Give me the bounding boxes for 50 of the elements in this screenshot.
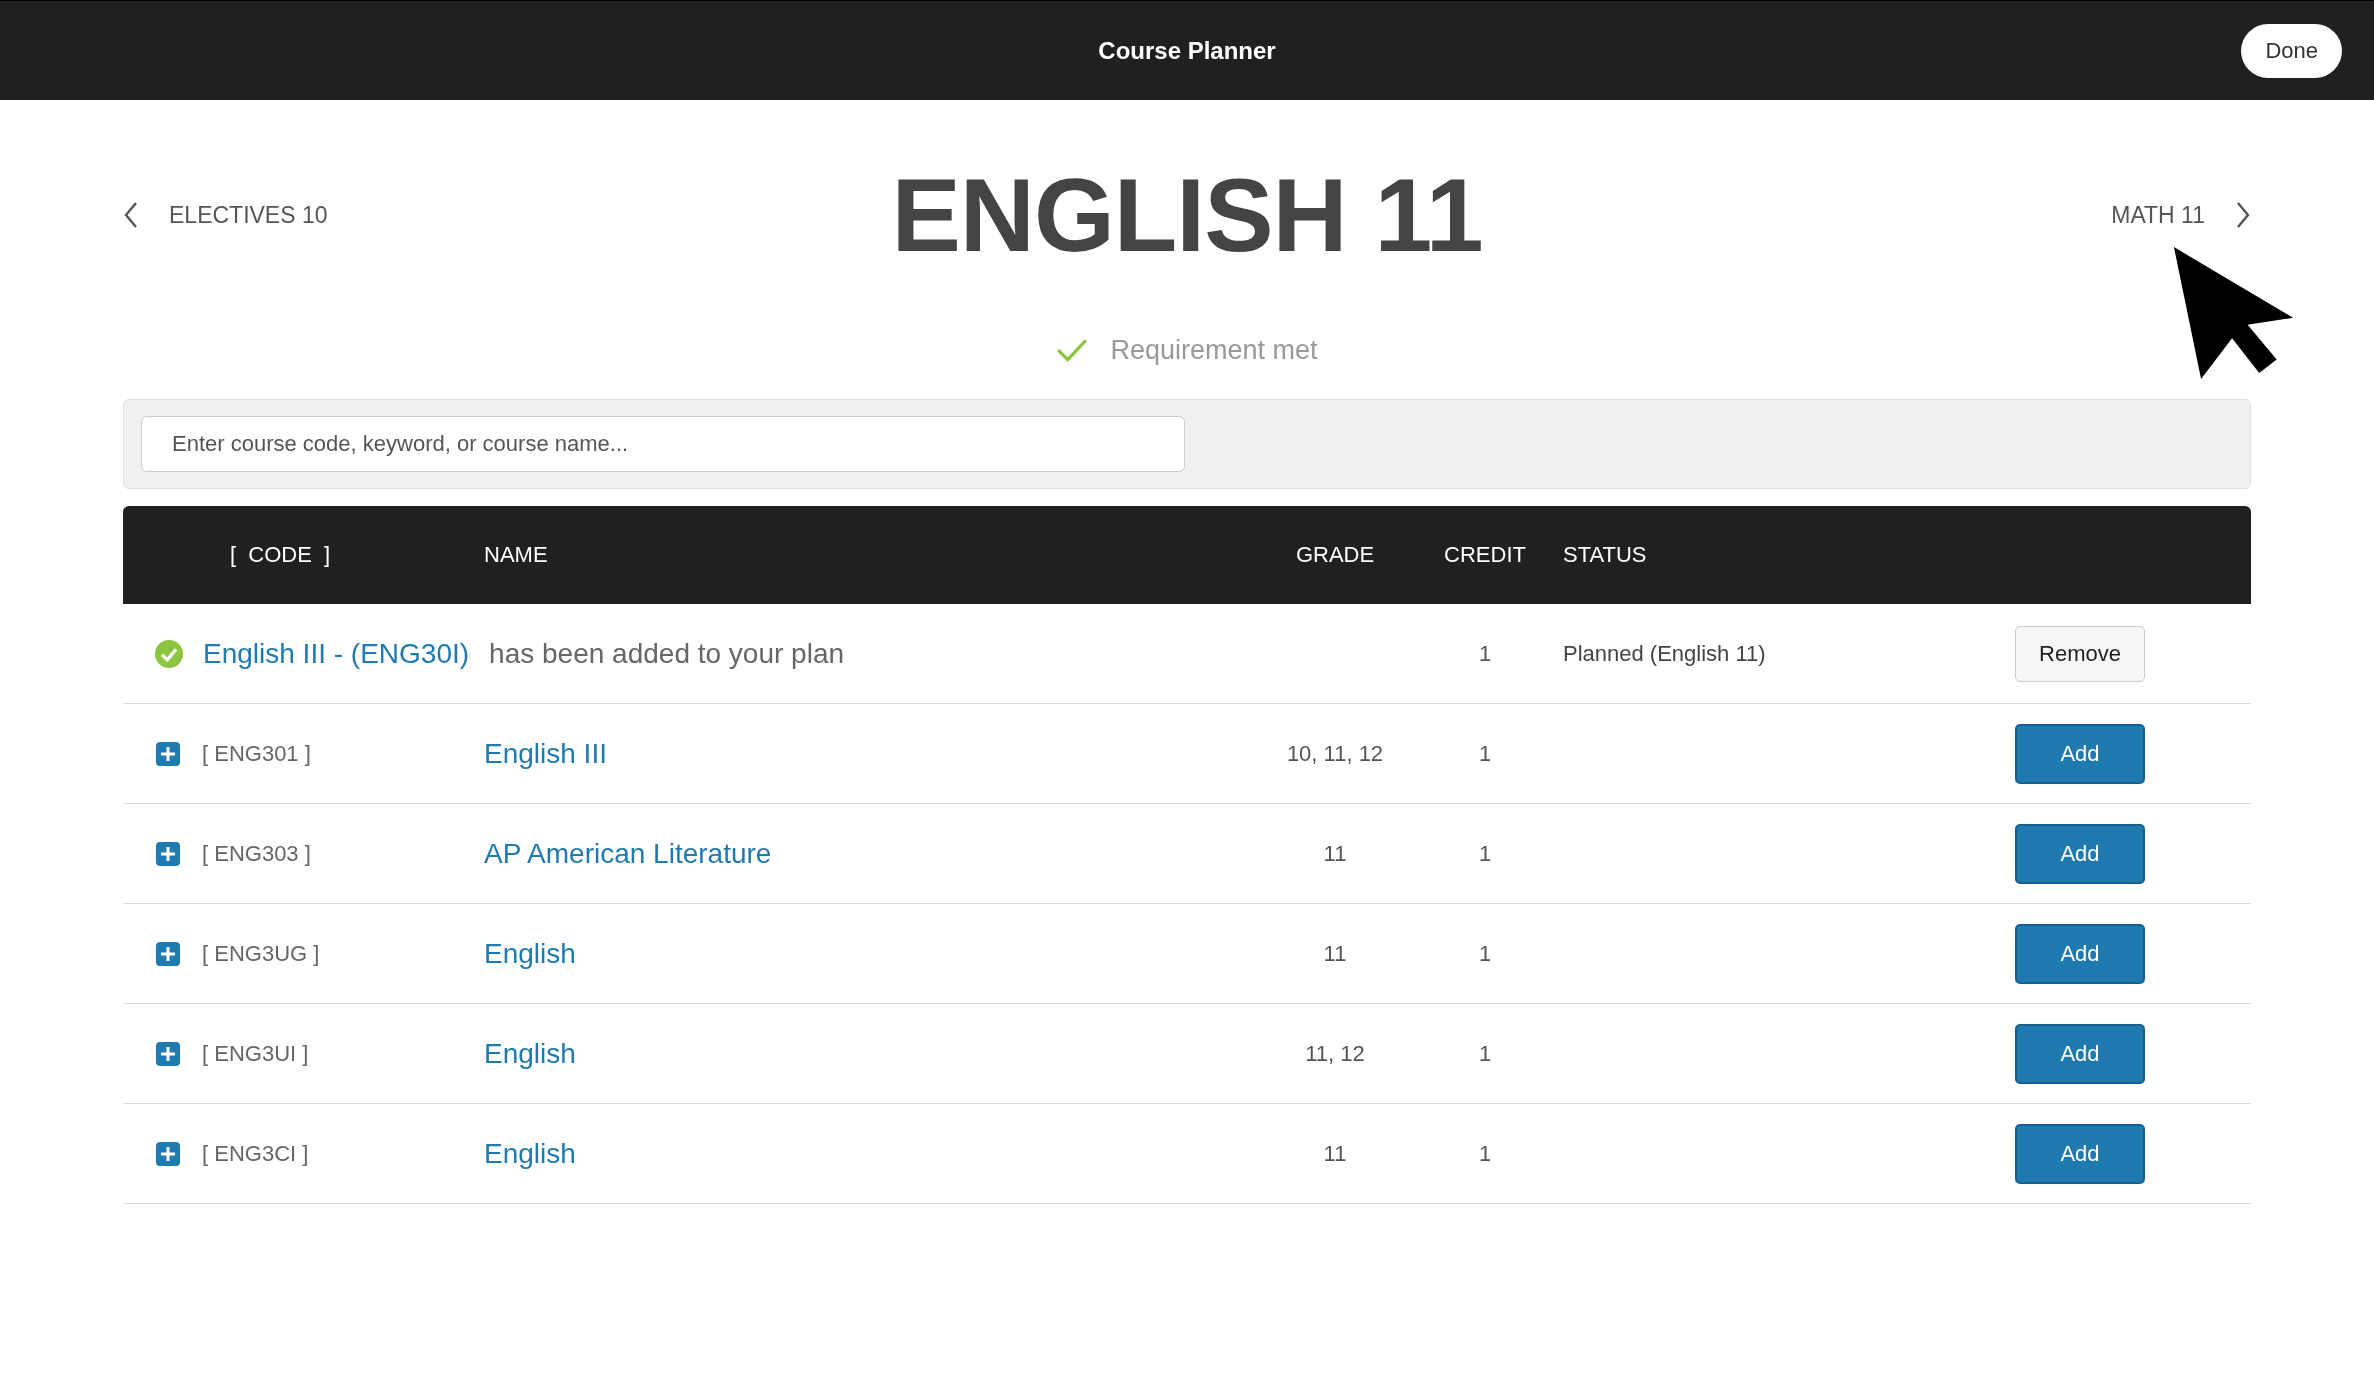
added-message: has been added to your plan (489, 637, 845, 670)
previous-link[interactable]: ELECTIVES 10 (123, 201, 328, 229)
course-name-link[interactable]: English (484, 1037, 576, 1070)
requirement-status: Requirement met (1110, 334, 1318, 366)
grade-cell-text: 10, 11, 12 (1285, 740, 1385, 767)
plus-icon[interactable] (156, 1041, 180, 1066)
credit-cell-text: 1 (1477, 640, 1493, 667)
course-link[interactable]: English III - (ENG30I) (203, 637, 470, 670)
next-link[interactable]: MATH 11 (2111, 201, 2251, 229)
plus-icon[interactable] (156, 741, 180, 766)
column-header: NAME (484, 542, 549, 568)
status-cell-text: Planned (English 11) (1563, 640, 1767, 667)
done-button[interactable]: Done (2241, 23, 2342, 78)
course-name-link[interactable]: English (484, 1137, 576, 1170)
page-title: ENGLISH 11 (891, 155, 1483, 275)
course-name-link[interactable]: English (484, 937, 576, 970)
credit-cell-text: 1 (1477, 940, 1493, 967)
grade-cell-text: 11 (1322, 940, 1348, 967)
add-button[interactable]: Add (2015, 1123, 2145, 1184)
course-code: [ ENG303 ] (202, 840, 311, 867)
course-code: [ ENG3UI ] (202, 1040, 309, 1067)
credit-cell-text: 1 (1477, 840, 1493, 867)
add-button[interactable]: Add (2015, 923, 2145, 984)
course-name-link[interactable]: AP American Literature (484, 837, 772, 870)
add-button[interactable]: Add (2015, 723, 2145, 784)
credit-cell-text: 1 (1477, 740, 1493, 767)
grade-cell-text: 11, 12 (1304, 1040, 1366, 1067)
grade-cell-text: 11 (1322, 840, 1348, 867)
column-header: STATUS (1563, 542, 1648, 568)
check-circle-icon (155, 639, 183, 668)
plus-icon[interactable] (156, 1141, 180, 1166)
chevron-left-icon (123, 201, 139, 229)
grade-cell-text: 11 (1322, 1140, 1348, 1167)
course-name-link[interactable]: English III (484, 737, 607, 770)
column-header: CREDIT (1443, 542, 1527, 568)
course-code: [ ENG3CI ] (202, 1140, 309, 1167)
plus-icon[interactable] (156, 841, 180, 866)
app-title: Course Planner (1098, 36, 1276, 65)
column-header: GRADE (1294, 542, 1376, 568)
search-field[interactable]: Enter course code, keyword, or course name... (141, 416, 1185, 472)
add-button[interactable]: Add (2015, 1023, 2145, 1084)
course-code: [ ENG301 ] (202, 740, 311, 767)
remove-button[interactable]: Remove (2015, 625, 2145, 682)
plus-icon[interactable] (156, 941, 180, 966)
course-code: [ ENG3UG ] (202, 940, 320, 967)
column-header: [ CODE ] (229, 542, 332, 568)
credit-cell-text: 1 (1477, 1140, 1493, 1167)
add-button[interactable]: Add (2015, 823, 2145, 884)
chevron-right-icon (2235, 201, 2251, 229)
credit-cell-text: 1 (1477, 1040, 1493, 1067)
